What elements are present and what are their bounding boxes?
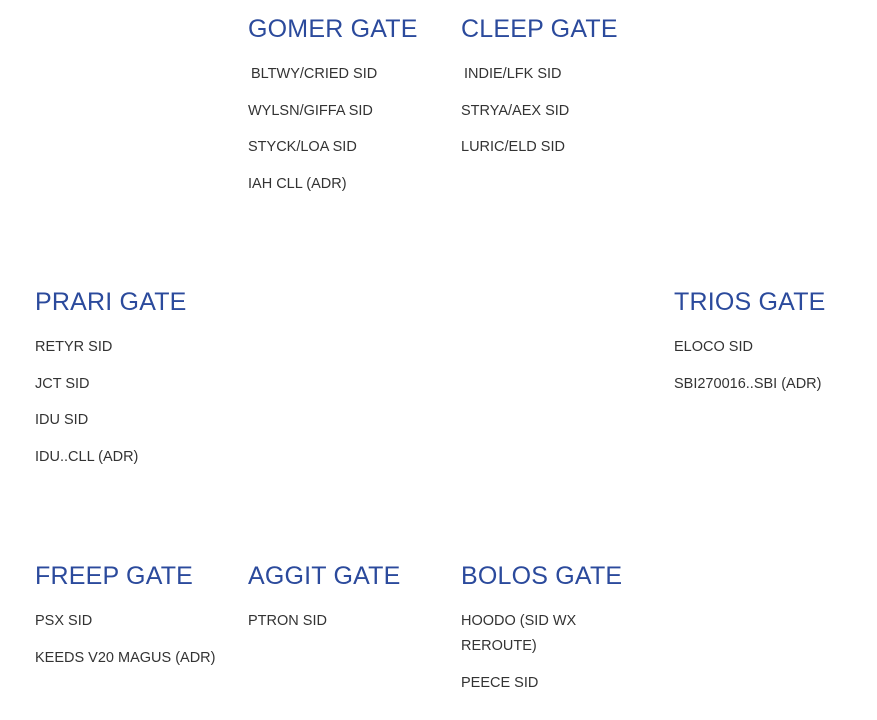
freep-gate-title: FREEP GATE — [35, 562, 194, 590]
aggit-gate-title: AGGIT GATE — [248, 562, 401, 590]
route-item: PEECE SID — [461, 674, 539, 691]
route-item: STYCK/LOA SID — [248, 139, 357, 155]
route-item: PTRON SID — [248, 613, 327, 629]
route-item: HOODO (SID WX REROUTE) — [461, 613, 577, 654]
aggit-gate-section: AGGIT GATE PTRON SID — [248, 561, 448, 629]
bolos-gate-section: BOLOS GATE HOODO (SID WX REROUTE) PEECE … — [461, 561, 661, 691]
cleep-gate-title: CLEEP GATE — [461, 15, 618, 43]
trios-gate-title: TRIOS GATE — [674, 288, 826, 316]
route-item: WYLSN/GIFFA SID — [248, 102, 373, 119]
route-item: PSX SID — [35, 613, 93, 629]
freep-gate-section: FREEP GATE PSX SID KEEDS V20 MAGUS (ADR) — [35, 561, 235, 666]
route-item: BLTWY/CRIED SID — [251, 66, 378, 82]
route-item: INDIE/LFK SID — [464, 66, 562, 82]
route-item: KEEDS V20 MAGUS (ADR) — [35, 649, 216, 666]
route-item: SBI270016..SBI (ADR) — [674, 375, 822, 392]
route-item: IAH CLL (ADR) — [248, 175, 347, 192]
route-item: STRYA/AEX SID — [461, 102, 570, 119]
trios-gate-section: TRIOS GATE ELOCO SID SBI270016..SBI (ADR… — [674, 287, 874, 392]
route-item: RETYR SID — [35, 339, 113, 355]
bolos-route-list: HOODO (SID WX REROUTE) PEECE SID — [461, 609, 591, 707]
route-item: JCT SID — [35, 375, 90, 392]
cleep-route-list: INDIE/LFK SID STRYA/AEX SID LURIC/ELD SI… — [461, 62, 631, 172]
route-item: IDU..CLL (ADR) — [35, 448, 139, 465]
aggit-route-list: PTRON SID — [248, 609, 418, 646]
prari-gate-section: PRARI GATE RETYR SID JCT SID IDU SID IDU… — [35, 287, 235, 465]
prari-route-list: RETYR SID JCT SID IDU SID IDU..CLL (ADR) — [35, 335, 205, 481]
bolos-gate-title: BOLOS GATE — [461, 562, 623, 590]
trios-route-list: ELOCO SID SBI270016..SBI (ADR) — [674, 335, 844, 408]
prari-gate-title: PRARI GATE — [35, 288, 187, 316]
route-item: ELOCO SID — [674, 339, 753, 355]
route-item: LURIC/ELD SID — [461, 139, 565, 155]
gomer-route-list: BLTWY/CRIED SID WYLSN/GIFFA SID STYCK/LO… — [248, 62, 418, 208]
gomer-gate-title: GOMER GATE — [248, 15, 418, 43]
freep-route-list: PSX SID KEEDS V20 MAGUS (ADR) — [35, 609, 225, 682]
gomer-gate-section: GOMER GATE BLTWY/CRIED SID WYLSN/GIFFA S… — [248, 14, 448, 192]
cleep-gate-section: CLEEP GATE INDIE/LFK SID STRYA/AEX SID L… — [461, 14, 661, 155]
route-item: IDU SID — [35, 412, 89, 428]
